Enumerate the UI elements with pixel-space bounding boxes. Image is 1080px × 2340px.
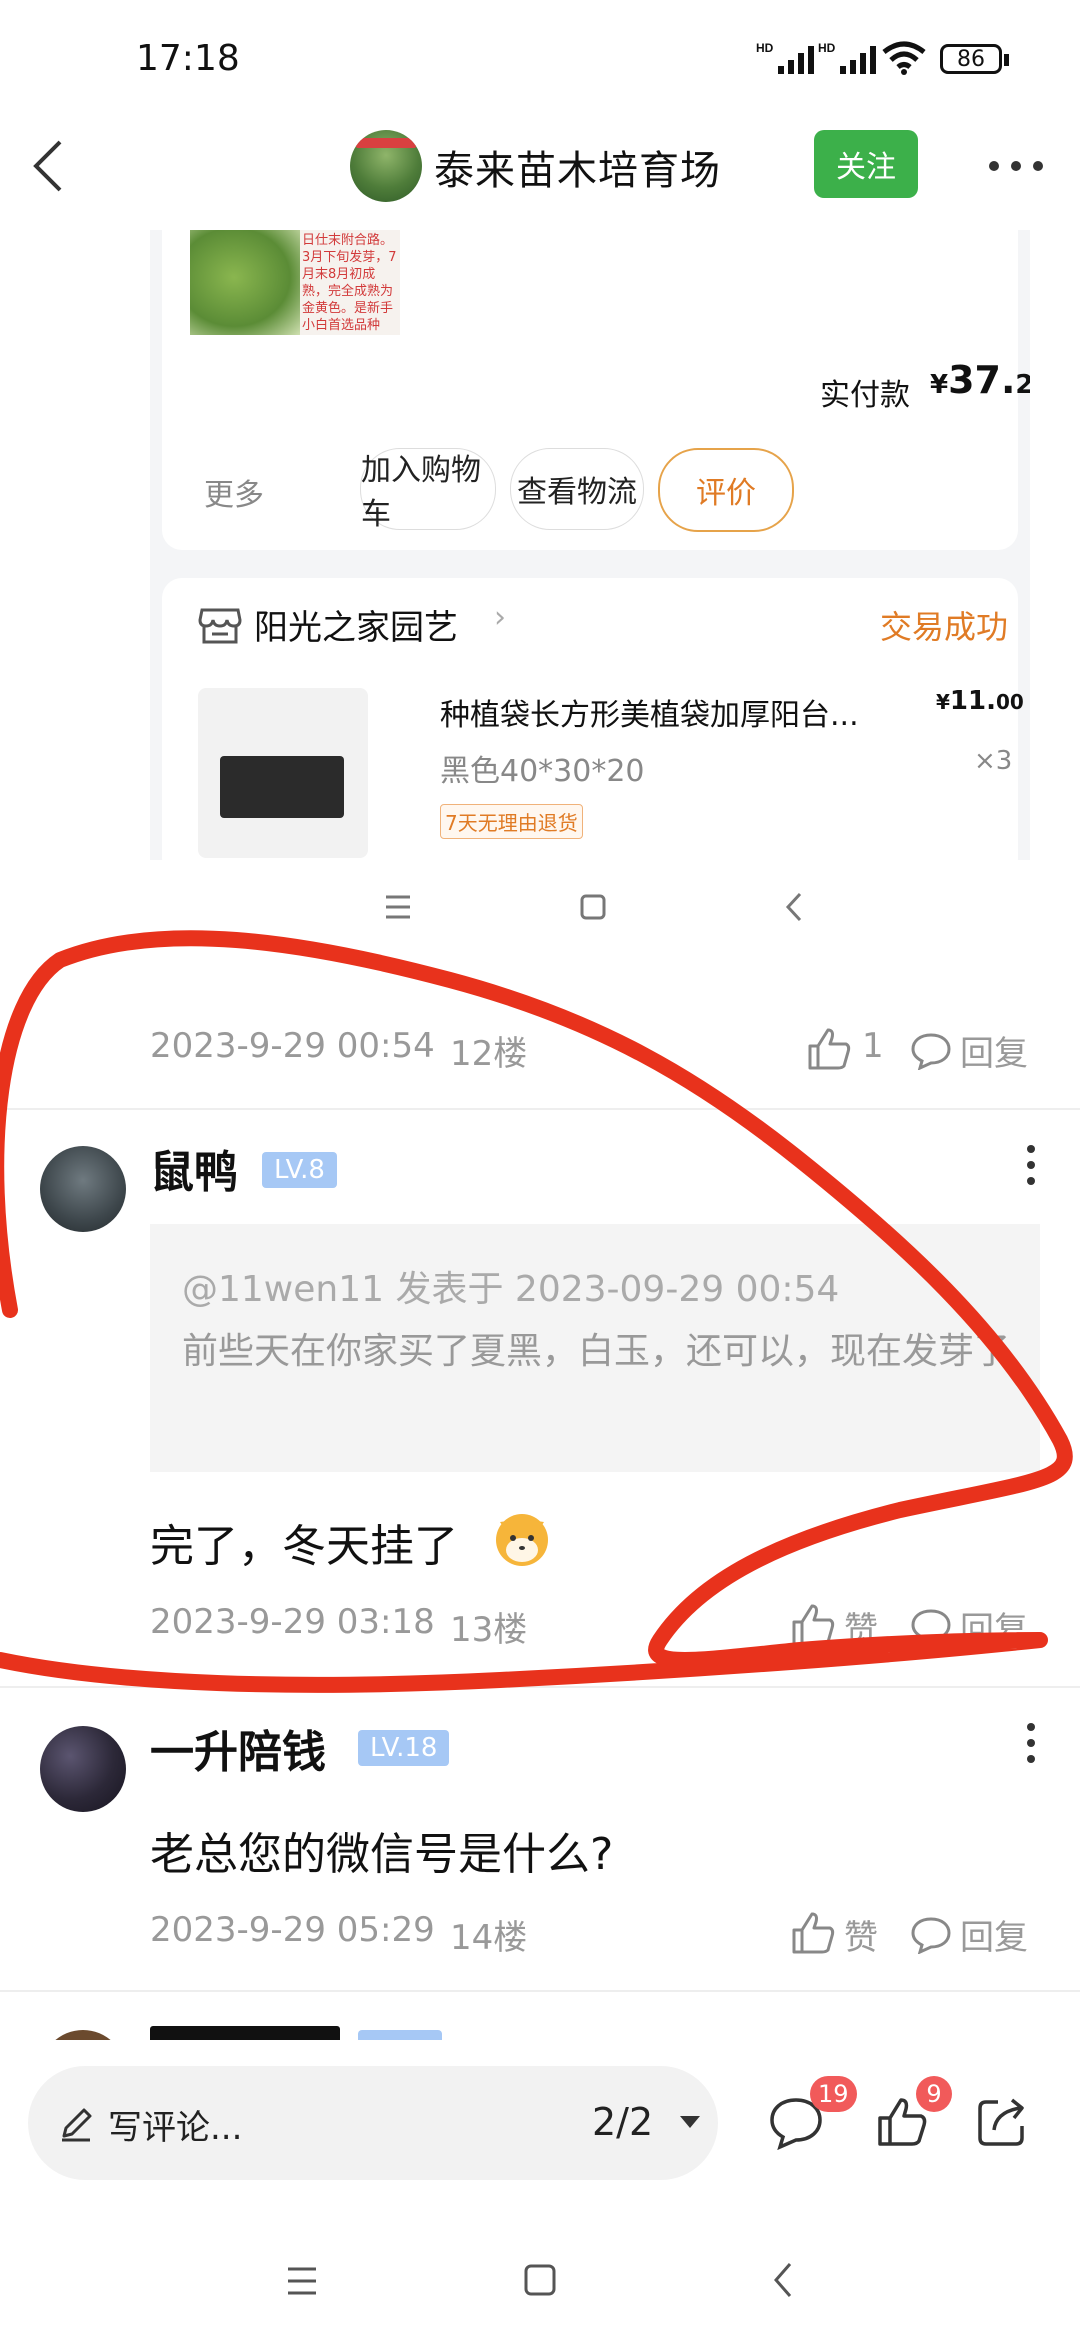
comment-floor: 13楼 xyxy=(450,1610,528,1650)
thumbs-up-icon[interactable] xyxy=(790,1910,836,1956)
divider xyxy=(0,1686,1080,1688)
battery-icon: 86 xyxy=(940,44,1002,74)
more-options-icon[interactable] xyxy=(1026,1722,1036,1764)
comment-text: 完了，冬天挂了 xyxy=(150,1521,458,1572)
divider xyxy=(0,1108,1080,1110)
comment-date: 2023-9-29 05:29 xyxy=(150,1910,435,1950)
share-icon[interactable] xyxy=(976,2096,1028,2148)
username[interactable]: 鼠鸭 xyxy=(150,1136,238,1200)
more-options-icon[interactable] xyxy=(1026,1144,1036,1186)
comment-placeholder[interactable]: 写评论... xyxy=(108,2100,242,2149)
view-logistics-button: 查看物流 xyxy=(510,448,644,530)
home-icon xyxy=(580,894,606,920)
thumbs-up-icon[interactable] xyxy=(790,1602,836,1648)
wifi-icon xyxy=(882,41,926,75)
level-badge: LV.8 xyxy=(262,1152,337,1188)
fig-leaf-image xyxy=(190,230,300,335)
avatar[interactable] xyxy=(40,1726,126,1812)
caret-down-icon[interactable] xyxy=(678,2114,702,2130)
comment-text: 老总您的微信号是什么? xyxy=(150,1829,614,1880)
page-indicator[interactable]: 2/2 xyxy=(592,2100,653,2144)
product-spec: 黑色40*30*20 xyxy=(440,754,645,789)
product-thumbnail xyxy=(198,688,368,858)
product-price: ¥11.00 xyxy=(936,686,1024,716)
paid-label: 实付款 xyxy=(820,378,910,413)
comment-icon[interactable] xyxy=(910,1032,952,1070)
embedded-order-image: 日仕末附合路。3月下旬发芽，7月末8月初成熟，完全成熟为金黄色。是新手小白首选品… xyxy=(150,230,1030,860)
system-nav-bar xyxy=(0,2210,1080,2340)
status-bar: 17:18 HD HD 86 xyxy=(0,0,1080,120)
reply-button[interactable]: 回复 xyxy=(960,1026,1028,1075)
menu-icon[interactable] xyxy=(286,2266,318,2296)
store-icon xyxy=(198,608,242,644)
home-icon[interactable] xyxy=(524,2264,556,2296)
avatar[interactable] xyxy=(40,1146,126,1232)
chevron-right-icon: › xyxy=(494,600,506,635)
pencil-icon xyxy=(62,2108,92,2142)
signal-icon: HD xyxy=(818,41,876,74)
comment-count-badge: 19 xyxy=(810,2076,857,2112)
post-floor: 12楼 xyxy=(450,1034,528,1074)
thumbnail-caption: 日仕末附合路。3月下旬发芽，7月末8月初成熟，完全成熟为金黄色。是新手小白首选品… xyxy=(302,233,397,333)
store-order-card: 阳光之家园艺 › 交易成功 种植袋长方形美植袋加厚阳台... ¥11.00 黑色… xyxy=(162,578,1024,860)
reply-button[interactable]: 回复 xyxy=(960,1910,1028,1959)
return-policy-badge: 7天无理由退货 xyxy=(440,804,583,839)
paid-amount: ¥37.22 xyxy=(930,358,1030,402)
embedded-nav-bar xyxy=(0,860,1080,950)
svg-text:HD: HD xyxy=(818,41,836,55)
rate-button: 评价 xyxy=(658,448,794,532)
signal-icon: HD xyxy=(756,41,814,74)
level-badge: LV.18 xyxy=(358,1730,450,1766)
like-count: 1 xyxy=(862,1026,884,1066)
clock: 17:18 xyxy=(136,38,240,79)
more-link: 更多 xyxy=(204,478,264,513)
add-to-cart-button: 加入购物车 xyxy=(360,448,496,532)
like-button[interactable]: 赞 xyxy=(844,1910,878,1959)
product-quantity: ×3 xyxy=(974,746,1013,776)
like-count-badge: 9 xyxy=(916,2076,952,2112)
page-title[interactable]: 泰来苗木培育场 xyxy=(434,138,721,196)
product-thumbnail: 日仕末附合路。3月下旬发芽，7月末8月初成熟，完全成熟为金黄色。是新手小白首选品… xyxy=(190,230,400,335)
username[interactable]: 一升陪钱 xyxy=(150,1716,326,1780)
divider xyxy=(0,1990,1080,1992)
trade-status: 交易成功 xyxy=(880,608,1009,646)
thumbs-up-icon[interactable] xyxy=(806,1026,852,1072)
back-icon[interactable] xyxy=(26,138,70,194)
grow-bag-image xyxy=(220,756,344,818)
reply-button[interactable]: 回复 xyxy=(960,1602,1028,1651)
comment-floor: 14楼 xyxy=(450,1918,528,1958)
comment-icon[interactable] xyxy=(910,1608,952,1646)
back-icon xyxy=(785,892,802,922)
quote-header: @11wen11 发表于 2023-09-29 00:54 xyxy=(182,1269,840,1310)
back-icon[interactable] xyxy=(772,2262,794,2298)
quoted-comment: @11wen11 发表于 2023-09-29 00:54 前些天在你家买了夏黑… xyxy=(150,1224,1040,1472)
post-date: 2023-9-29 00:54 xyxy=(150,1026,435,1066)
menu-icon xyxy=(386,895,410,919)
like-button[interactable]: 赞 xyxy=(844,1602,878,1651)
product-title: 种植袋长方形美植袋加厚阳台... xyxy=(440,698,859,733)
svg-text:HD: HD xyxy=(756,41,774,55)
order-card: 日仕末附合路。3月下旬发芽，7月末8月初成熟，完全成熟为金黄色。是新手小白首选品… xyxy=(162,230,1030,550)
quote-text: 前些天在你家买了夏黑，白玉，还可以，现在发芽了 xyxy=(182,1331,1011,1372)
battery-cap xyxy=(1004,54,1009,66)
shop-avatar[interactable] xyxy=(350,130,422,202)
shiba-emoji-icon xyxy=(496,1514,548,1566)
store-name: 阳光之家园艺 xyxy=(254,608,458,648)
comment-date: 2023-9-29 03:18 xyxy=(150,1602,435,1642)
follow-button[interactable]: 关注 xyxy=(814,130,918,198)
more-options-icon[interactable] xyxy=(986,160,1046,172)
comment-icon[interactable] xyxy=(910,1916,952,1954)
